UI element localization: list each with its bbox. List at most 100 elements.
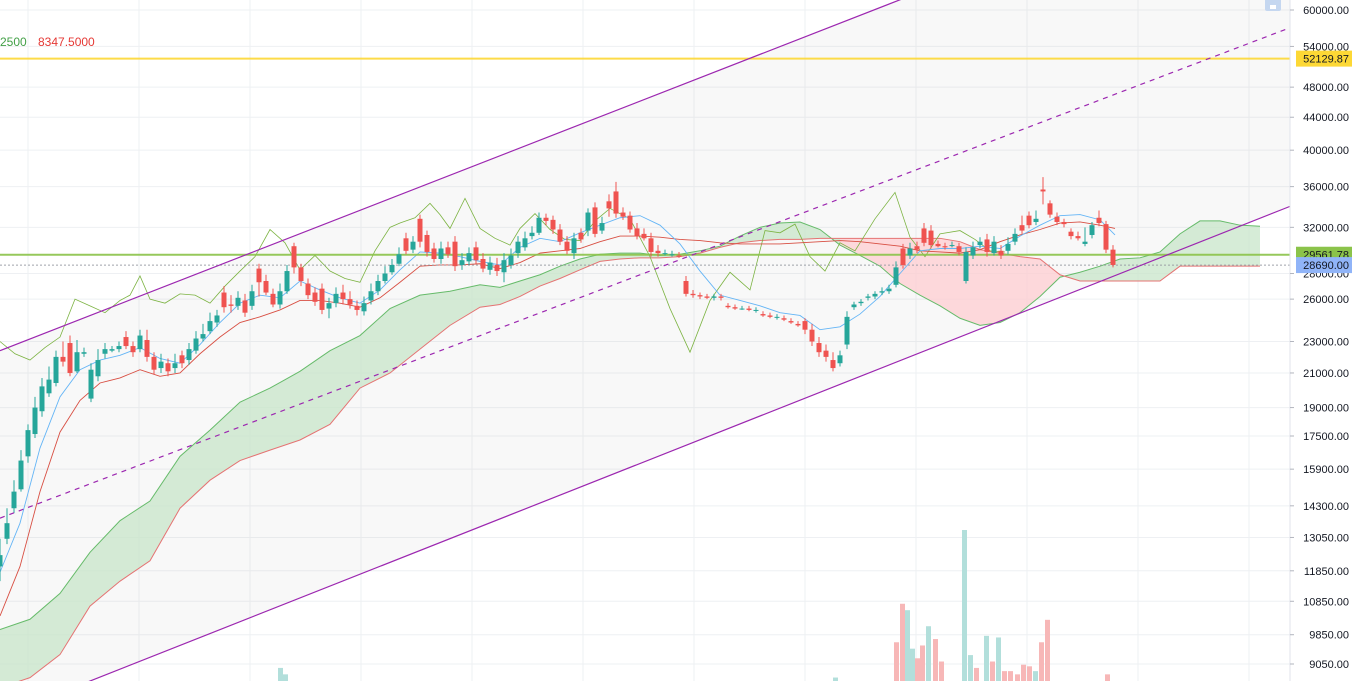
- candle-body: [1096, 217, 1102, 224]
- candle-body: [277, 291, 283, 305]
- candle-body: [151, 356, 157, 370]
- chart[interactable]: 60000.00 54000.00 48000.00 44000.00 40000.00…: [0, 0, 1353, 686]
- price-tick-label: 9050.00: [1309, 659, 1349, 671]
- volume-bar: [933, 639, 938, 686]
- candle-body: [88, 369, 94, 399]
- candle-body: [81, 352, 87, 354]
- candle-body: [382, 273, 388, 281]
- candle-body: [4, 523, 10, 539]
- cloud-segment: [980, 249, 1000, 326]
- candle-body: [501, 260, 507, 273]
- candle-body: [158, 361, 164, 369]
- legend-value-red: 8347.5000: [38, 35, 95, 49]
- candle-body: [515, 241, 521, 254]
- price-axis[interactable]: 60000.0054000.0048000.0044000.0040000.00…: [1289, 0, 1353, 681]
- volume-bar: [1015, 674, 1020, 686]
- candle-body: [368, 291, 374, 301]
- candle-body: [375, 280, 381, 292]
- candle-body: [732, 307, 738, 309]
- volume-bar: [926, 626, 931, 686]
- candle-body: [921, 228, 927, 243]
- candle-body: [1082, 241, 1088, 244]
- candle-body: [585, 212, 591, 231]
- volume-bar: [900, 603, 905, 686]
- candle-body: [508, 255, 514, 265]
- candle-body: [739, 308, 745, 310]
- candle-body: [606, 201, 612, 209]
- candle-body: [998, 250, 1004, 256]
- price-tick-label: 15900.00: [1303, 464, 1349, 476]
- candle-body: [102, 349, 108, 354]
- candle-body: [879, 291, 885, 293]
- candle-body: [557, 229, 563, 242]
- candle-body: [410, 241, 416, 250]
- volume-bar: [1021, 664, 1026, 686]
- candle-body: [592, 207, 598, 234]
- chart-canvas[interactable]: 60000.0054000.0048000.0044000.0040000.00…: [0, 0, 1353, 686]
- volume-bar: [1008, 671, 1013, 686]
- price-tag-label: 52129.87: [1303, 54, 1349, 66]
- candle-body: [641, 233, 647, 239]
- candle-body: [620, 212, 626, 217]
- candle-body: [459, 260, 465, 265]
- candle-body: [816, 343, 822, 353]
- candle-body: [634, 228, 640, 237]
- candle-body: [788, 321, 794, 323]
- price-tag-2: 28690.00: [1296, 257, 1352, 274]
- candle-body: [445, 247, 451, 255]
- volume-bar: [939, 661, 944, 686]
- cloud-segment: [0, 619, 30, 686]
- candle-body: [823, 350, 829, 357]
- candle-body: [865, 296, 871, 298]
- candle-body: [725, 305, 731, 308]
- candle-body: [137, 335, 143, 350]
- price-tick-label: 14300.00: [1303, 501, 1349, 513]
- price-tag-0: 52129.87: [1296, 50, 1352, 67]
- candle-body: [347, 299, 353, 305]
- cloud-segment: [480, 284, 500, 308]
- candle-body: [683, 280, 689, 294]
- candle-body: [431, 248, 437, 259]
- candle-body: [767, 315, 773, 317]
- price-tick-label: 19000.00: [1303, 403, 1349, 415]
- candle: [1103, 220, 1109, 254]
- candle-body: [529, 232, 535, 237]
- volume-bar: [920, 645, 925, 686]
- candle-body: [172, 363, 178, 369]
- volume-bar: [910, 648, 915, 686]
- candle-body: [25, 430, 31, 457]
- candle-body: [648, 238, 654, 252]
- candle-body: [704, 296, 710, 298]
- candle-body: [536, 217, 542, 233]
- price-tick-label: 10850.00: [1303, 596, 1349, 608]
- price-tick-label: 44000.00: [1303, 112, 1349, 124]
- candle-body: [795, 323, 801, 326]
- candle-body: [746, 308, 752, 310]
- volume-bar: [968, 655, 973, 686]
- candle-body: [39, 386, 45, 412]
- candle-body: [438, 248, 444, 259]
- candle-body: [424, 234, 430, 252]
- candle-body: [130, 346, 136, 353]
- volume-bar: [1002, 671, 1007, 686]
- candle-body: [963, 251, 969, 281]
- lock-icon[interactable]: [1265, 0, 1281, 11]
- candle-body: [95, 360, 101, 377]
- candle-body: [956, 246, 962, 252]
- candle-body: [809, 329, 815, 342]
- candle-body: [914, 246, 920, 250]
- candle-body: [1005, 243, 1011, 251]
- price-tick-label: 40000.00: [1303, 145, 1349, 157]
- candle-body: [977, 241, 983, 246]
- candle-body: [893, 267, 899, 285]
- candle-body: [627, 215, 633, 230]
- cloud-segment: [1200, 220, 1220, 267]
- candle-body: [67, 343, 73, 373]
- candle-body: [851, 304, 857, 308]
- candle-body: [837, 355, 843, 364]
- cloud-segment: [1000, 253, 1020, 323]
- price-tick-label: 23000.00: [1303, 337, 1349, 349]
- candle-body: [417, 218, 423, 242]
- candle-body: [123, 337, 129, 347]
- volume-bar: [894, 642, 899, 686]
